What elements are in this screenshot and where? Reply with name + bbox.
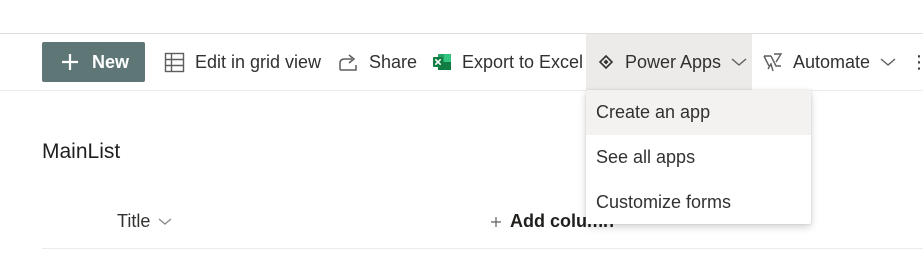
power-apps-button[interactable]: Power Apps <box>586 34 752 90</box>
share-label: Share <box>369 51 418 72</box>
new-button-label: New <box>92 51 130 72</box>
menu-item-see-all-apps[interactable]: See all apps <box>586 135 811 180</box>
menu-item-label: Create an app <box>596 102 711 122</box>
page-title: MainList <box>42 140 121 163</box>
power-apps-label: Power Apps <box>625 51 722 72</box>
automate-button[interactable]: Automate <box>762 34 896 90</box>
new-button[interactable]: New <box>42 42 145 82</box>
chevron-down-icon <box>880 58 896 66</box>
export-to-excel-button[interactable]: Export to Excel <box>432 34 583 90</box>
power-apps-menu: Create an app See all apps Customize for… <box>586 90 811 224</box>
share-button[interactable]: Share <box>338 34 417 90</box>
plus-icon <box>491 216 501 227</box>
excel-icon <box>433 54 451 70</box>
edit-in-grid-view-button[interactable]: Edit in grid view <box>164 34 321 90</box>
column-header-title-label: Title <box>117 211 151 231</box>
grid-icon <box>164 52 185 72</box>
more-commands-button[interactable]: ⋮ <box>910 34 923 90</box>
chevron-down-icon <box>731 58 747 66</box>
column-header-divider <box>42 248 923 249</box>
menu-item-label: See all apps <box>596 147 696 167</box>
automate-label: Automate <box>793 51 871 72</box>
more-icon: ⋮ <box>910 51 923 72</box>
edit-in-grid-view-label: Edit in grid view <box>195 51 322 72</box>
flow-icon <box>763 52 783 71</box>
chevron-down-icon <box>158 218 172 225</box>
menu-item-customize-forms[interactable]: Customize forms <box>586 180 811 224</box>
share-icon <box>339 53 357 71</box>
menu-item-create-an-app[interactable]: Create an app <box>586 90 811 135</box>
column-header-title[interactable]: Title <box>117 211 172 232</box>
plus-icon <box>62 54 78 70</box>
power-apps-icon <box>598 54 614 70</box>
export-to-excel-label: Export to Excel <box>462 51 584 72</box>
menu-item-label: Customize forms <box>596 192 732 212</box>
